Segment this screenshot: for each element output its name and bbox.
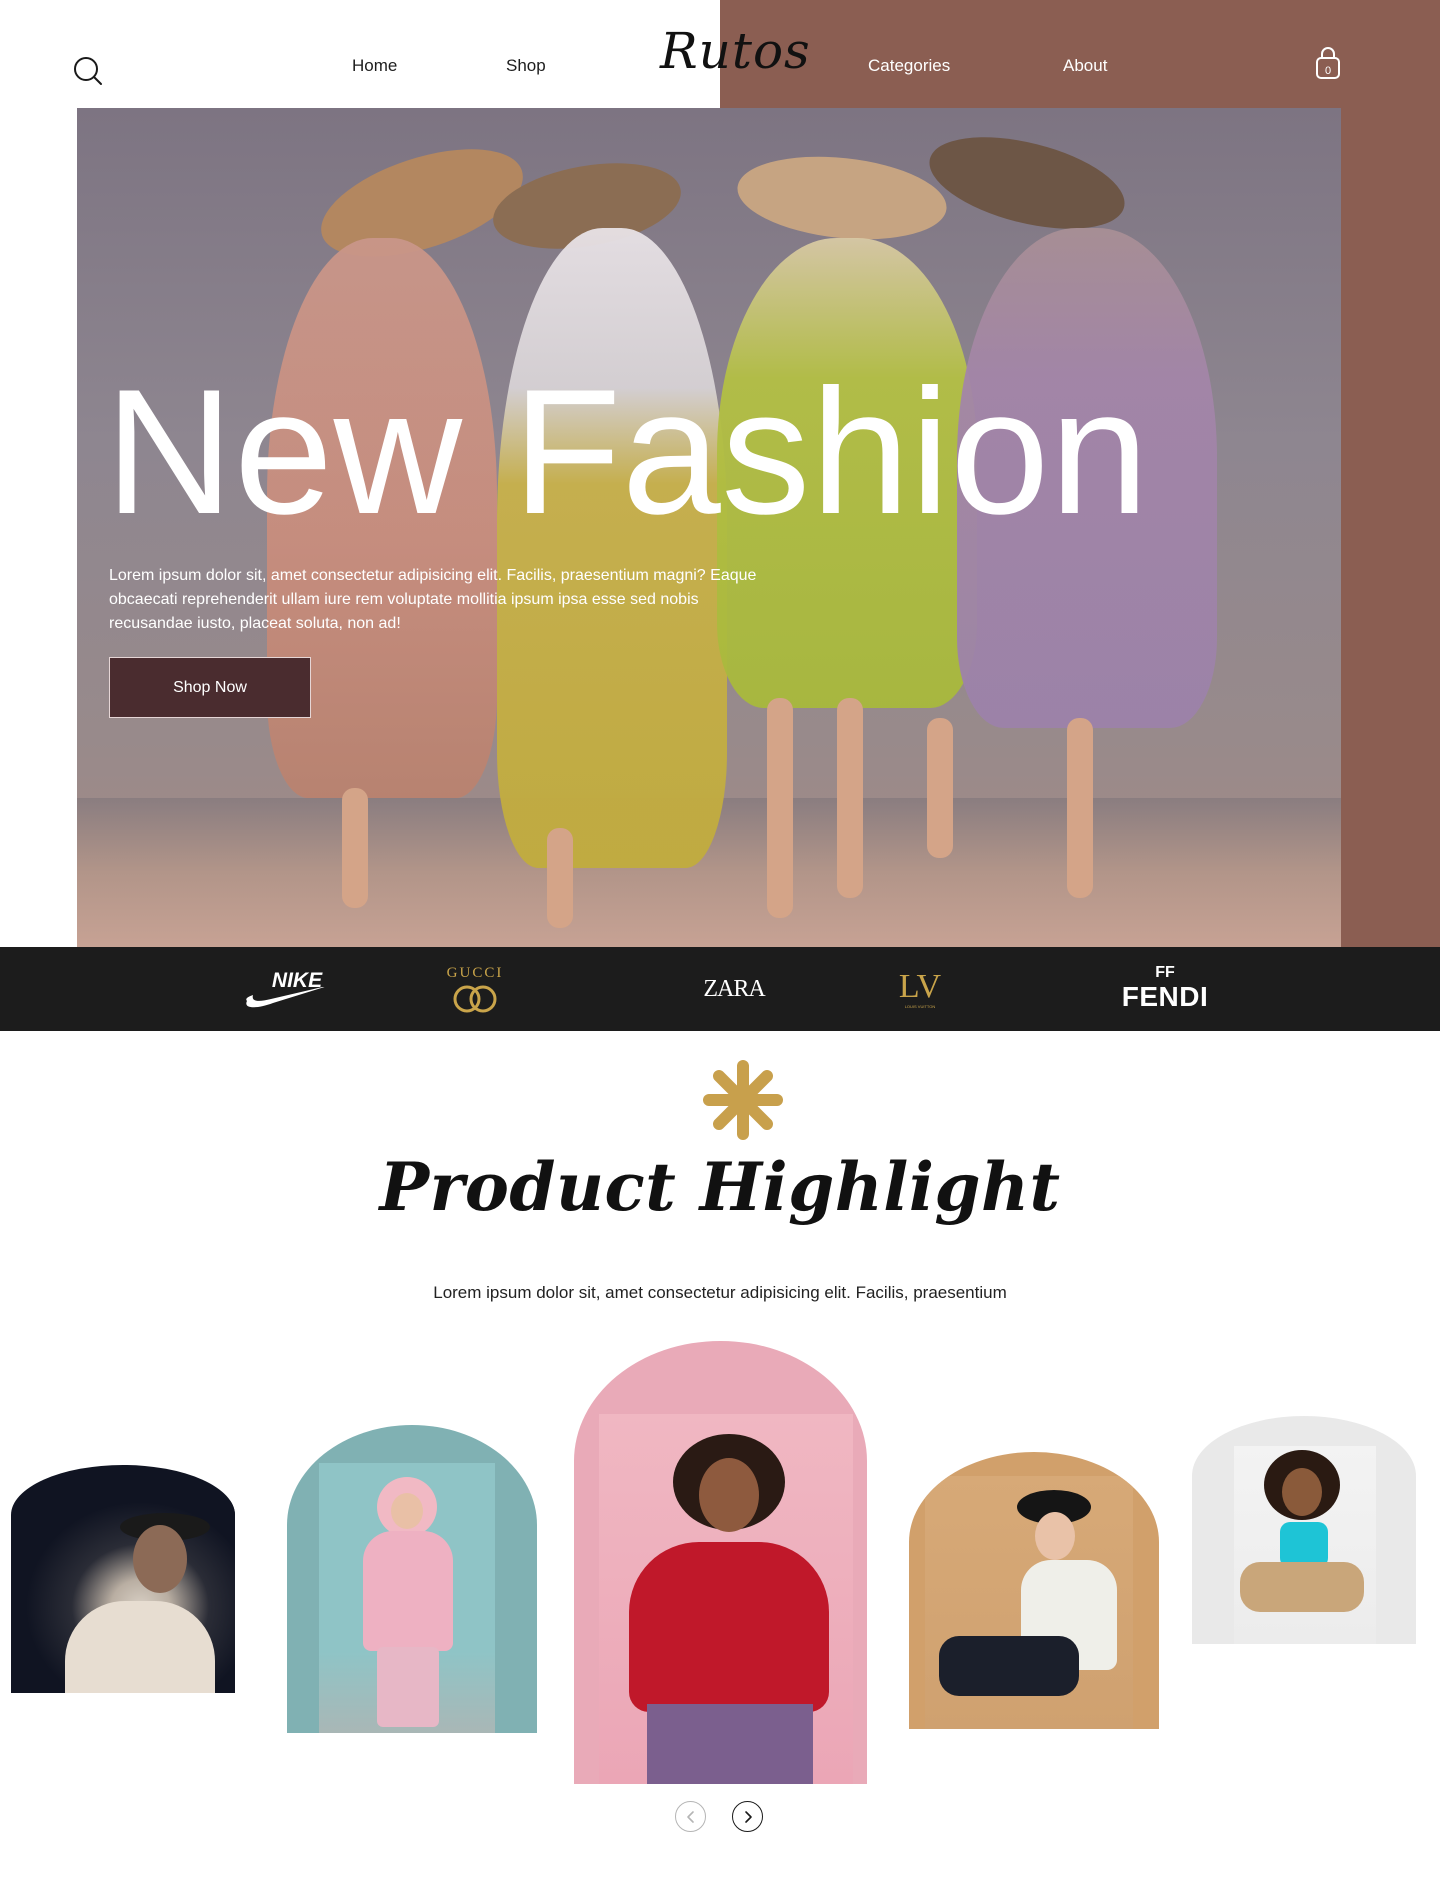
cart-count: 0 (1325, 65, 1331, 77)
hero-banner: New Fashion Lorem ipsum dolor sit, amet … (77, 108, 1341, 947)
sweater-shape (65, 1601, 215, 1693)
pants-shape (1240, 1562, 1364, 1612)
product-image-girl-sitting (1234, 1446, 1376, 1644)
model-leg (767, 698, 793, 918)
product-card[interactable] (287, 1425, 537, 1733)
hero-description: Lorem ipsum dolor sit, amet consectetur … (109, 567, 757, 632)
asterisk-icon (703, 1060, 783, 1140)
nav-home[interactable]: Home (352, 56, 397, 76)
section-title: Product Highlight (379, 1148, 1061, 1226)
model-leg (927, 718, 953, 858)
nav-categories[interactable]: Categories (868, 56, 950, 76)
lv-wordmark: LOUIS VUITTON (904, 1003, 936, 1009)
product-image-woman-sitting (925, 1476, 1133, 1729)
jacket-shape (629, 1542, 829, 1712)
site-logo[interactable]: Rutos (660, 22, 811, 80)
product-card[interactable] (574, 1341, 867, 1784)
site-header: Home Shop Rutos Categories About 0 (0, 0, 1440, 108)
hat-shape (920, 119, 1134, 247)
nike-swoosh-icon (246, 987, 325, 1008)
product-image-man-hat (25, 1501, 235, 1693)
product-card[interactable] (909, 1452, 1159, 1729)
gucci-gg-icon (453, 985, 497, 1012)
face-shape (1282, 1468, 1322, 1516)
skirt-shape (647, 1704, 813, 1784)
product-image-child-jacket (319, 1463, 495, 1733)
face-shape (391, 1493, 423, 1529)
model-leg (1067, 718, 1093, 898)
model-leg (342, 788, 368, 908)
nike-logo[interactable]: NIKE (238, 947, 338, 1031)
gucci-wordmark: GUCCI (446, 964, 504, 981)
shopping-bag-icon[interactable]: 0 (1314, 46, 1342, 80)
product-image-woman-red-jacket (599, 1414, 853, 1784)
lv-monogram: LV (898, 967, 942, 1005)
shopping-bag-graphic: 0 (1316, 47, 1340, 79)
face-shape (133, 1525, 187, 1593)
carousel-prev-button[interactable] (675, 1801, 706, 1832)
section-subtitle: Lorem ipsum dolor sit, amet consectetur … (433, 1283, 1007, 1302)
model-leg (547, 828, 573, 928)
nav-shop[interactable]: Shop (506, 56, 546, 76)
model-leg (837, 698, 863, 898)
chevron-left-icon (686, 1810, 694, 1823)
hat-shape (733, 147, 951, 249)
jacket-shape (363, 1531, 453, 1651)
pants-shape (939, 1636, 1079, 1696)
face-shape (1035, 1512, 1075, 1560)
zara-wordmark: ZARA (703, 975, 765, 1002)
hero-title: New Fashion (105, 352, 1150, 551)
brand-strip: NIKE GUCCI ZARA LV LOUIS VUITTON FF FEND… (0, 947, 1440, 1031)
fendi-wordmark: FENDI (1121, 981, 1209, 1012)
product-card[interactable] (1192, 1416, 1416, 1644)
carousel-next-button[interactable] (732, 1801, 763, 1832)
fendi-ff-mark: FF (1155, 964, 1175, 981)
fendi-logo[interactable]: FF FENDI (1112, 947, 1218, 1031)
chevron-right-icon (744, 1810, 752, 1823)
louis-vuitton-logo[interactable]: LV LOUIS VUITTON (896, 947, 944, 1031)
zara-logo[interactable]: ZARA (694, 947, 774, 1031)
gucci-logo[interactable]: GUCCI (434, 947, 516, 1031)
product-card[interactable] (11, 1465, 235, 1693)
search-icon[interactable] (72, 55, 104, 87)
face-shape (699, 1458, 759, 1532)
shop-now-button[interactable]: Shop Now (109, 657, 311, 718)
nav-about[interactable]: About (1063, 56, 1107, 76)
pants-shape (377, 1647, 439, 1727)
